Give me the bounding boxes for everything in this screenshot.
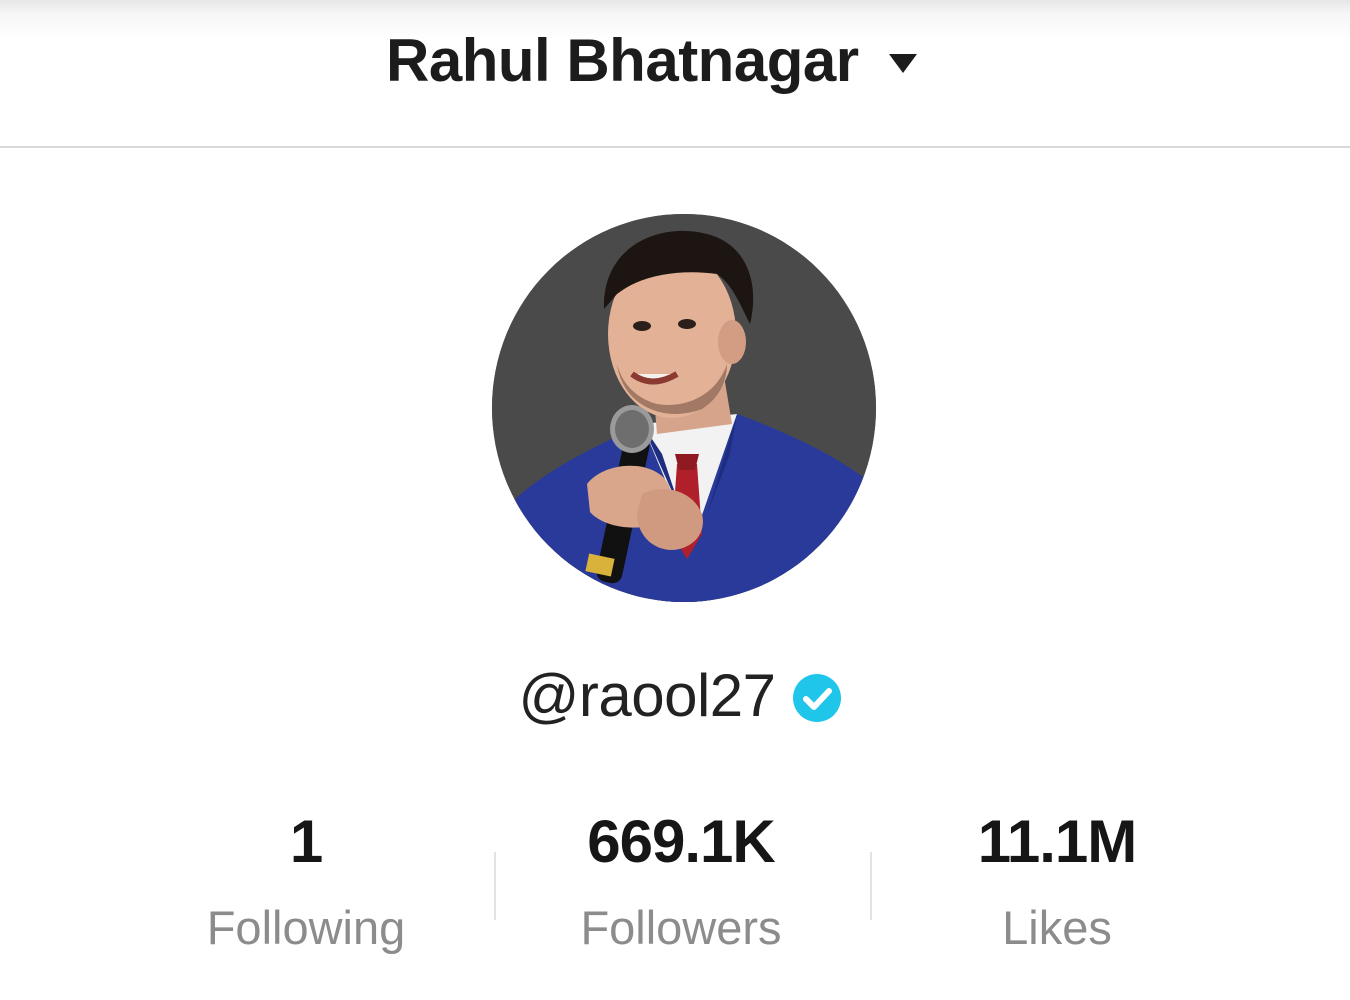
likes-label: Likes: [1002, 901, 1112, 954]
profile-screen: Rahul Bhatnagar @raool27 1 Following 669…: [0, 0, 1350, 1000]
following-count: 1: [289, 808, 323, 875]
stat-divider: [870, 852, 872, 920]
stat-divider: [494, 852, 496, 920]
profile-stats: 1 Following 669.1K Followers 11.1M Likes: [0, 800, 1350, 980]
likes-count: 11.1M: [977, 808, 1137, 875]
stat-followers[interactable]: 669.1K Followers: [511, 800, 851, 980]
stat-likes[interactable]: 11.1M Likes: [887, 800, 1227, 980]
following-label: Following: [206, 901, 406, 954]
profile-title: Rahul Bhatnagar: [386, 26, 859, 94]
account-switcher-button[interactable]: Rahul Bhatnagar: [386, 22, 917, 98]
username-row: @raool27: [0, 655, 1350, 735]
avatar[interactable]: [492, 214, 876, 602]
followers-count: 669.1K: [587, 808, 775, 875]
followers-label: Followers: [580, 901, 782, 954]
caret-down-icon: [888, 53, 917, 73]
header-bar: Rahul Bhatnagar: [0, 0, 1350, 148]
avatar-photo: [492, 214, 876, 602]
stat-following[interactable]: 1 Following: [136, 800, 476, 980]
username-handle: @raool27: [518, 661, 776, 729]
verified-badge-icon: [792, 674, 841, 722]
